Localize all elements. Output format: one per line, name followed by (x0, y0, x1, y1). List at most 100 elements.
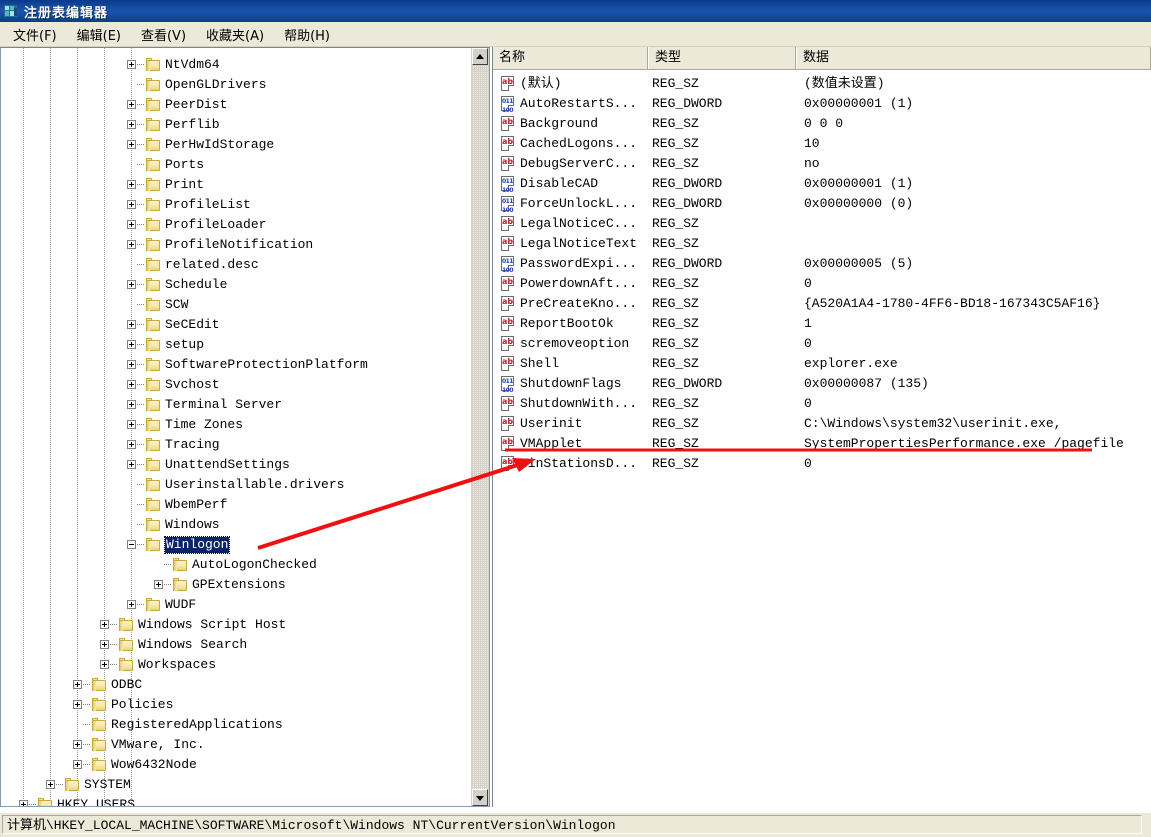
value-row[interactable]: ab PreCreateKno... REG_SZ {A520A1A4-1780-4F… (493, 294, 1151, 314)
tree-item[interactable]: SCW (1, 295, 467, 315)
tree-item[interactable]: PerHwIdStorage (1, 135, 467, 155)
tree-item[interactable]: ODBC (1, 675, 467, 695)
expand-node-icon[interactable] (127, 340, 136, 349)
expand-node-icon[interactable] (127, 460, 136, 469)
value-row[interactable]: ab Userinit REG_SZ C:\Windows\system32\user… (493, 414, 1151, 434)
tree-item[interactable]: Wow6432Node (1, 755, 467, 775)
tree-item[interactable]: Tracing (1, 435, 467, 455)
value-row[interactable]: ab (默认) REG_SZ (数值未设置) (493, 74, 1151, 94)
expand-node-icon[interactable] (73, 760, 82, 769)
value-row[interactable]: ab Shell REG_SZ explorer.exe (493, 354, 1151, 374)
expand-node-icon[interactable] (100, 660, 109, 669)
tree-item[interactable]: Windows Script Host (1, 615, 467, 635)
expand-node-icon[interactable] (127, 420, 136, 429)
tree-item[interactable]: NtVdm64 (1, 55, 467, 75)
menu-view[interactable]: 查看(V) (132, 23, 195, 46)
expand-node-icon[interactable] (127, 180, 136, 189)
tree-item[interactable]: AutoLogonChecked (1, 555, 467, 575)
tree-item[interactable]: Workspaces (1, 655, 467, 675)
tree-item[interactable]: VMware, Inc. (1, 735, 467, 755)
column-header-type[interactable]: 类型 (649, 47, 797, 69)
tree-item[interactable]: SYSTEM (1, 775, 467, 795)
value-row[interactable]: 011 100 PasswordExpi... REG_DWORD 0x00000005… (493, 254, 1151, 274)
value-row[interactable]: ab ShutdownWith... REG_SZ 0 (493, 394, 1151, 414)
value-row[interactable]: ab VMApplet REG_SZ SystemPropertiesPerforma… (493, 434, 1151, 454)
tree-item[interactable]: GPExtensions (1, 575, 467, 595)
expand-node-icon[interactable] (73, 680, 82, 689)
value-row[interactable]: ab scremoveoption REG_SZ 0 (493, 334, 1151, 354)
column-header-name[interactable]: 名称 (493, 47, 649, 69)
tree-item[interactable]: ProfileLoader (1, 215, 467, 235)
expand-node-icon[interactable] (127, 200, 136, 209)
tree-item[interactable]: Svchost (1, 375, 467, 395)
tree-item[interactable]: WbemPerf (1, 495, 467, 515)
tree-item[interactable]: Schedule (1, 275, 467, 295)
value-row[interactable]: ab LegalNoticeText REG_SZ (493, 234, 1151, 254)
tree-item[interactable]: Winlogon (1, 535, 467, 555)
expand-node-icon[interactable] (100, 620, 109, 629)
value-row[interactable]: ab PowerdownAft... REG_SZ 0 (493, 274, 1151, 294)
tree-item[interactable]: Windows Search (1, 635, 467, 655)
column-header-data[interactable]: 数据 (797, 47, 1151, 69)
expand-node-icon[interactable] (127, 220, 136, 229)
tree-item[interactable]: HKEY_USERS (1, 795, 467, 806)
tree-item[interactable]: PeerDist (1, 95, 467, 115)
tree-item[interactable]: Terminal Server (1, 395, 467, 415)
tree-item[interactable]: Policies (1, 695, 467, 715)
expand-node-icon[interactable] (46, 780, 55, 789)
tree-item[interactable]: Userinstallable.drivers (1, 475, 467, 495)
tree-vertical-scrollbar[interactable] (471, 48, 489, 806)
tree-item[interactable]: related.desc (1, 255, 467, 275)
value-row[interactable]: ab ReportBootOk REG_SZ 1 (493, 314, 1151, 334)
tree-item[interactable]: Perflib (1, 115, 467, 135)
menu-favorites[interactable]: 收藏夹(A) (197, 23, 273, 46)
value-row[interactable]: 011 100 ShutdownFlags REG_DWORD 0x00000087 (… (493, 374, 1151, 394)
value-row[interactable]: ab WinStationsD... REG_SZ 0 (493, 454, 1151, 474)
expand-node-icon[interactable] (127, 100, 136, 109)
tree-item[interactable]: Time Zones (1, 415, 467, 435)
tree-item[interactable]: RegisteredApplications (1, 715, 467, 735)
value-row[interactable]: ab CachedLogons... REG_SZ 10 (493, 134, 1151, 154)
expand-node-icon[interactable] (127, 320, 136, 329)
expand-node-icon[interactable] (154, 580, 163, 589)
scroll-up-button[interactable] (472, 48, 488, 65)
tree-item[interactable]: setup (1, 335, 467, 355)
menu-edit[interactable]: 编辑(E) (68, 23, 130, 46)
tree-item[interactable]: OpenGLDrivers (1, 75, 467, 95)
expand-node-icon[interactable] (127, 280, 136, 289)
expand-node-icon[interactable] (127, 360, 136, 369)
expand-node-icon[interactable] (127, 600, 136, 609)
expand-node-icon[interactable] (127, 60, 136, 69)
value-row[interactable]: ab LegalNoticeC... REG_SZ (493, 214, 1151, 234)
scroll-down-button[interactable] (472, 789, 488, 806)
tree-item[interactable]: ProfileNotification (1, 235, 467, 255)
tree-item[interactable]: UnattendSettings (1, 455, 467, 475)
tree-item[interactable]: SeCEdit (1, 315, 467, 335)
expand-node-icon[interactable] (100, 640, 109, 649)
tree-item[interactable]: Print (1, 175, 467, 195)
tree-item[interactable]: ProfileList (1, 195, 467, 215)
expand-node-icon[interactable] (127, 140, 136, 149)
registry-tree[interactable]: NtVdm64 OpenGLDrivers PeerDist Perflib PerHw… (1, 48, 467, 806)
value-row[interactable]: 011 100 ForceUnlockL... REG_DWORD 0x00000000… (493, 194, 1151, 214)
value-row[interactable]: ab DebugServerC... REG_SZ no (493, 154, 1151, 174)
tree-item[interactable]: SoftwareProtectionPlatform (1, 355, 467, 375)
value-row[interactable]: ab Background REG_SZ 0 0 0 (493, 114, 1151, 134)
expand-node-icon[interactable] (73, 740, 82, 749)
tree-item-label: PerHwIdStorage (165, 137, 275, 152)
menu-help[interactable]: 帮助(H) (275, 23, 339, 46)
expand-node-icon[interactable] (19, 800, 28, 806)
expand-node-icon[interactable] (127, 400, 136, 409)
tree-item[interactable]: Windows (1, 515, 467, 535)
expand-node-icon[interactable] (127, 120, 136, 129)
tree-item[interactable]: Ports (1, 155, 467, 175)
tree-item[interactable]: WUDF (1, 595, 467, 615)
menu-file[interactable]: 文件(F) (4, 23, 66, 46)
expand-node-icon[interactable] (127, 240, 136, 249)
expand-node-icon[interactable] (127, 380, 136, 389)
expand-node-icon[interactable] (73, 700, 82, 709)
expand-node-icon[interactable] (127, 440, 136, 449)
value-row[interactable]: 011 100 DisableCAD REG_DWORD 0x00000001 (1) (493, 174, 1151, 194)
value-row[interactable]: 011 100 AutoRestartS... REG_DWORD 0x00000001… (493, 94, 1151, 114)
collapse-node-icon[interactable] (127, 540, 136, 549)
